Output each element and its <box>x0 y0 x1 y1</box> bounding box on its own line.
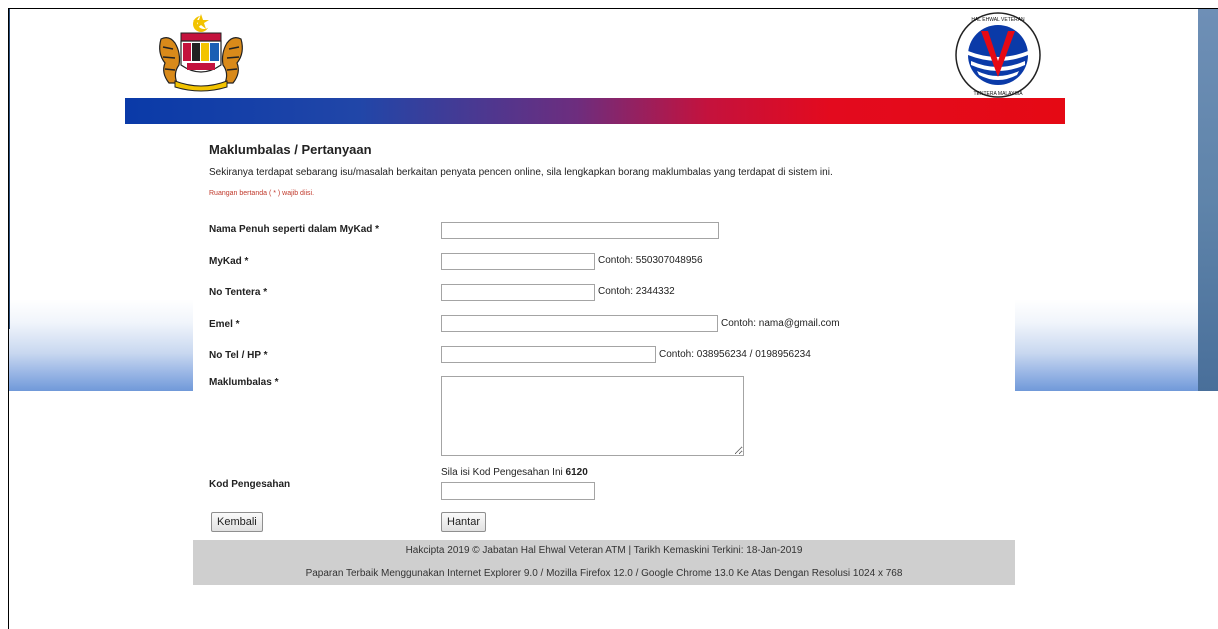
svg-text:HAL EHWAL VETERAN: HAL EHWAL VETERAN <box>971 17 1025 23</box>
email-input[interactable] <box>441 315 718 332</box>
verification-code-input[interactable] <box>441 482 595 500</box>
tentera-number-input[interactable] <box>441 284 595 301</box>
tentera-label: No Tentera * <box>209 287 268 298</box>
page-title: Maklumbalas / Pertanyaan <box>209 142 372 157</box>
back-button[interactable]: Kembali <box>211 512 263 532</box>
header-gradient-banner <box>125 98 1065 124</box>
feedback-form-panel: Maklumbalas / Pertanyaan Sekiranya terda… <box>193 124 1015 549</box>
footer: Hakcipta 2019 © Jabatan Hal Ehwal Vetera… <box>193 540 1015 585</box>
submit-button[interactable]: Hantar <box>441 512 487 532</box>
verification-instruction: Sila isi Kod Pengesahan Ini 6120 <box>441 467 588 478</box>
svg-text:TENTERA MALAYSIA: TENTERA MALAYSIA <box>973 91 1023 97</box>
email-label: Emel * <box>209 319 240 330</box>
mykad-hint: Contoh: 550307048956 <box>598 255 703 266</box>
mykad-input[interactable] <box>441 253 595 270</box>
copyright-text: Hakcipta 2019 © Jabatan Hal Ehwal Vetera… <box>405 545 803 556</box>
phone-label: No Tel / HP * <box>209 350 268 361</box>
tentera-hint: Contoh: 2344332 <box>598 286 675 297</box>
left-border-strip <box>9 9 10 329</box>
mandatory-note: Ruangan bertanda ( * ) wajib diisi. <box>209 190 315 197</box>
coat-of-arms-icon <box>159 14 243 92</box>
verification-label: Kod Pengesahan <box>209 479 291 490</box>
phone-hint: Contoh: 038956234 / 0198956234 <box>659 349 811 360</box>
phone-input[interactable] <box>441 346 656 363</box>
page-frame: HAL EHWAL VETERAN TENTERA MALAYSIA Maklu… <box>8 8 1218 629</box>
best-view-text: Paparan Terbaik Menggunakan Internet Exp… <box>305 568 903 579</box>
feedback-textarea[interactable] <box>441 376 744 456</box>
full-name-input[interactable] <box>441 222 719 239</box>
mykad-label: MyKad * <box>209 256 249 267</box>
verification-code: 6120 <box>565 467 588 478</box>
right-sidebar-strip <box>1198 9 1218 391</box>
veteran-department-logo-icon: HAL EHWAL VETERAN TENTERA MALAYSIA <box>955 12 1041 98</box>
feedback-label: Maklumbalas * <box>209 377 279 388</box>
email-hint: Contoh: nama@gmail.com <box>721 318 840 329</box>
verification-instruction-text: Sila isi Kod Pengesahan Ini <box>441 467 563 478</box>
intro-text: Sekiranya terdapat sebarang isu/masalah … <box>209 167 833 178</box>
name-label: Nama Penuh seperti dalam MyKad * <box>209 224 380 235</box>
